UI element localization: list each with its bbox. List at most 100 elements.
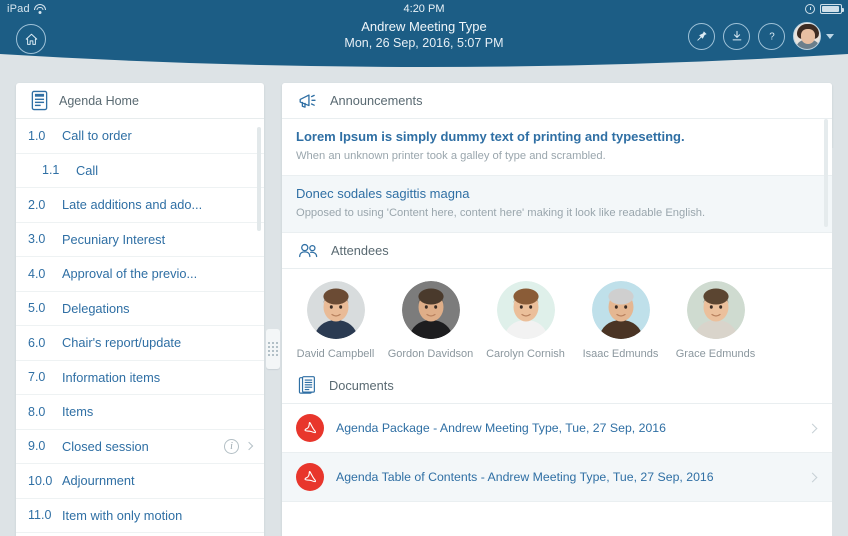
attendee-name: Gordon Davidson [387,348,474,360]
announcements-list: Lorem Ipsum is simply dummy text of prin… [282,119,832,233]
agenda-item-label: Call [76,162,99,178]
rotation-lock-icon [805,4,815,14]
attendee[interactable]: David Campbell [288,281,383,360]
sidebar-item-3-0[interactable]: 3.0 Pecuniary Interest [16,223,264,257]
document-name: Agenda Table of Contents - Andrew Meetin… [336,470,714,484]
sidebar-item-9-0[interactable]: 9.0 Closed session i [16,430,264,464]
sidebar-item-10-0[interactable]: 10.0 Adjournment [16,464,264,499]
agenda-item-number: 2.0 [28,197,46,212]
content-scrollbar[interactable] [824,119,828,227]
sidebar-item-5-0[interactable]: 5.0 Delegations [16,292,264,326]
sidebar-item-1-0[interactable]: 1.0 Call to order [16,119,264,154]
help-button[interactable]: ? [758,22,785,50]
attendee-photo [496,281,555,339]
agenda-item-label: Delegations [62,300,130,316]
attendee-name: Carolyn Cornish [486,348,565,360]
attendee[interactable]: Gordon Davidson [383,281,478,360]
download-icon [732,30,741,41]
agenda-home-label: Agenda Home [59,93,139,108]
chevron-right-icon[interactable] [807,472,818,482]
documents-icon [298,376,315,394]
sidebar-item-agenda-home[interactable]: Agenda Home [16,83,264,119]
agenda-item-number: 10.0 [28,473,53,488]
attendee-photo [401,281,460,339]
header-actions: ? [688,22,834,50]
attendees-title: Attendees [331,243,389,258]
sidebar-item-7-0[interactable]: 7.0 Information items [16,361,264,395]
sidebar-item-4-0[interactable]: 4.0 Approval of the previo... [16,257,264,292]
agenda-item-label: Adjournment [62,473,135,489]
agenda-nav-list: 1.0 Call to order 1.1 Call 2.0 Late additions… [16,119,264,533]
documents-title: Documents [329,378,394,393]
ios-status-bar: iPad 4:20 PM [0,0,848,18]
agenda-item-label: Call to order [62,128,132,144]
agenda-item-actions: i [224,438,254,454]
pin-button[interactable] [688,22,715,50]
agenda-item-number: 11.0 [28,508,52,523]
attendee[interactable]: Carolyn Cornish [478,281,573,360]
attendees-list: David Campbell Gordon Davidson Carolyn Cor… [282,269,832,368]
announcements-title: Announcements [330,93,423,108]
announcement-subtitle: Opposed to using 'Content here, content … [296,207,706,219]
sidebar-item-1-1[interactable]: 1.1 Call [16,154,264,188]
pdf-icon [296,463,324,491]
agenda-item-number: 3.0 [28,232,46,247]
attendee[interactable]: Grace Edmunds [668,281,763,360]
info-icon[interactable]: i [224,438,239,454]
document-row[interactable]: Agenda Table of Contents - Andrew Meetin… [282,453,832,502]
agenda-item-label: Chair's report/update [62,335,182,351]
pdf-icon [296,414,324,442]
agenda-item-number: 9.0 [28,439,46,454]
agenda-item-label: Information items [62,369,161,385]
attendee-name: David Campbell [296,348,375,360]
avatar [793,22,821,50]
megaphone-icon [299,93,316,108]
announcements-header: Announcements [282,83,832,119]
attendee[interactable]: Isaac Edmunds [573,281,668,360]
sidebar-item-11-0[interactable]: 11.0 Item with only motion [16,499,264,533]
help-icon: ? [769,32,775,43]
agenda-item-number: 6.0 [28,335,46,350]
agenda-item-label: Closed session [62,438,149,454]
agenda-item-number: 1.0 [28,128,46,143]
avatar-face [801,29,815,44]
sidebar-item-2-0[interactable]: 2.0 Late additions and ado... [16,188,264,223]
agenda-document-icon [31,90,48,111]
announcement-row[interactable]: Donec sodales sagittis magna Opposed to u… [282,176,832,233]
agenda-item-number: 4.0 [28,266,46,281]
chevron-right-icon[interactable] [244,442,254,451]
grip-dots-icon [268,342,278,356]
chevron-right-icon[interactable] [807,423,818,433]
content-panel: Announcements Lorem Ipsum is simply dumm… [282,83,832,536]
attendee-name: Grace Edmunds [675,348,756,360]
sidebar-scrollbar[interactable] [257,127,261,231]
agenda-item-label: Item with only motion [62,507,183,523]
attendee-photo [686,281,745,339]
agenda-item-label: Approval of the previo... [62,266,198,282]
agenda-sidebar: Agenda Home 1.0 Call to order 1.1 Call 2.0 La… [16,83,264,536]
attendee-photo [306,281,365,339]
announcement-title: Lorem Ipsum is simply dummy text of prin… [296,129,685,144]
attendee-photo [591,281,650,339]
agenda-item-label: Items [62,404,94,420]
pin-icon [696,31,707,41]
main-body: Agenda Home 1.0 Call to order 1.1 Call 2.0 La… [0,74,848,536]
user-menu[interactable] [793,22,834,50]
document-name: Agenda Package - Andrew Meeting Type, Tu… [336,421,666,435]
header-content: Andrew Meeting Type Mon, 26 Sep, 2016, 5… [0,18,848,66]
documents-list: Agenda Package - Andrew Meeting Type, Tu… [282,404,832,502]
status-bar-right [805,4,844,14]
sidebar-item-6-0[interactable]: 6.0 Chair's report/update [16,326,264,361]
agenda-item-label: Late additions and ado... [62,197,203,213]
announcement-row[interactable]: Lorem Ipsum is simply dummy text of prin… [282,119,832,176]
sidebar-item-8-0[interactable]: 8.0 Items [16,395,264,430]
battery-icon [820,4,844,14]
ipad-screen: iPad 4:20 PM Andrew Meeting Type Mon, 26… [0,0,848,536]
panel-resize-handle[interactable] [266,329,280,369]
announcement-title: Donec sodales sagittis magna [296,186,470,201]
chevron-down-icon [826,33,834,39]
download-button[interactable] [723,22,750,50]
document-row[interactable]: Agenda Package - Andrew Meeting Type, Tu… [282,404,832,453]
attendee-name: Isaac Edmunds [582,348,659,360]
agenda-item-number: 5.0 [28,301,46,316]
